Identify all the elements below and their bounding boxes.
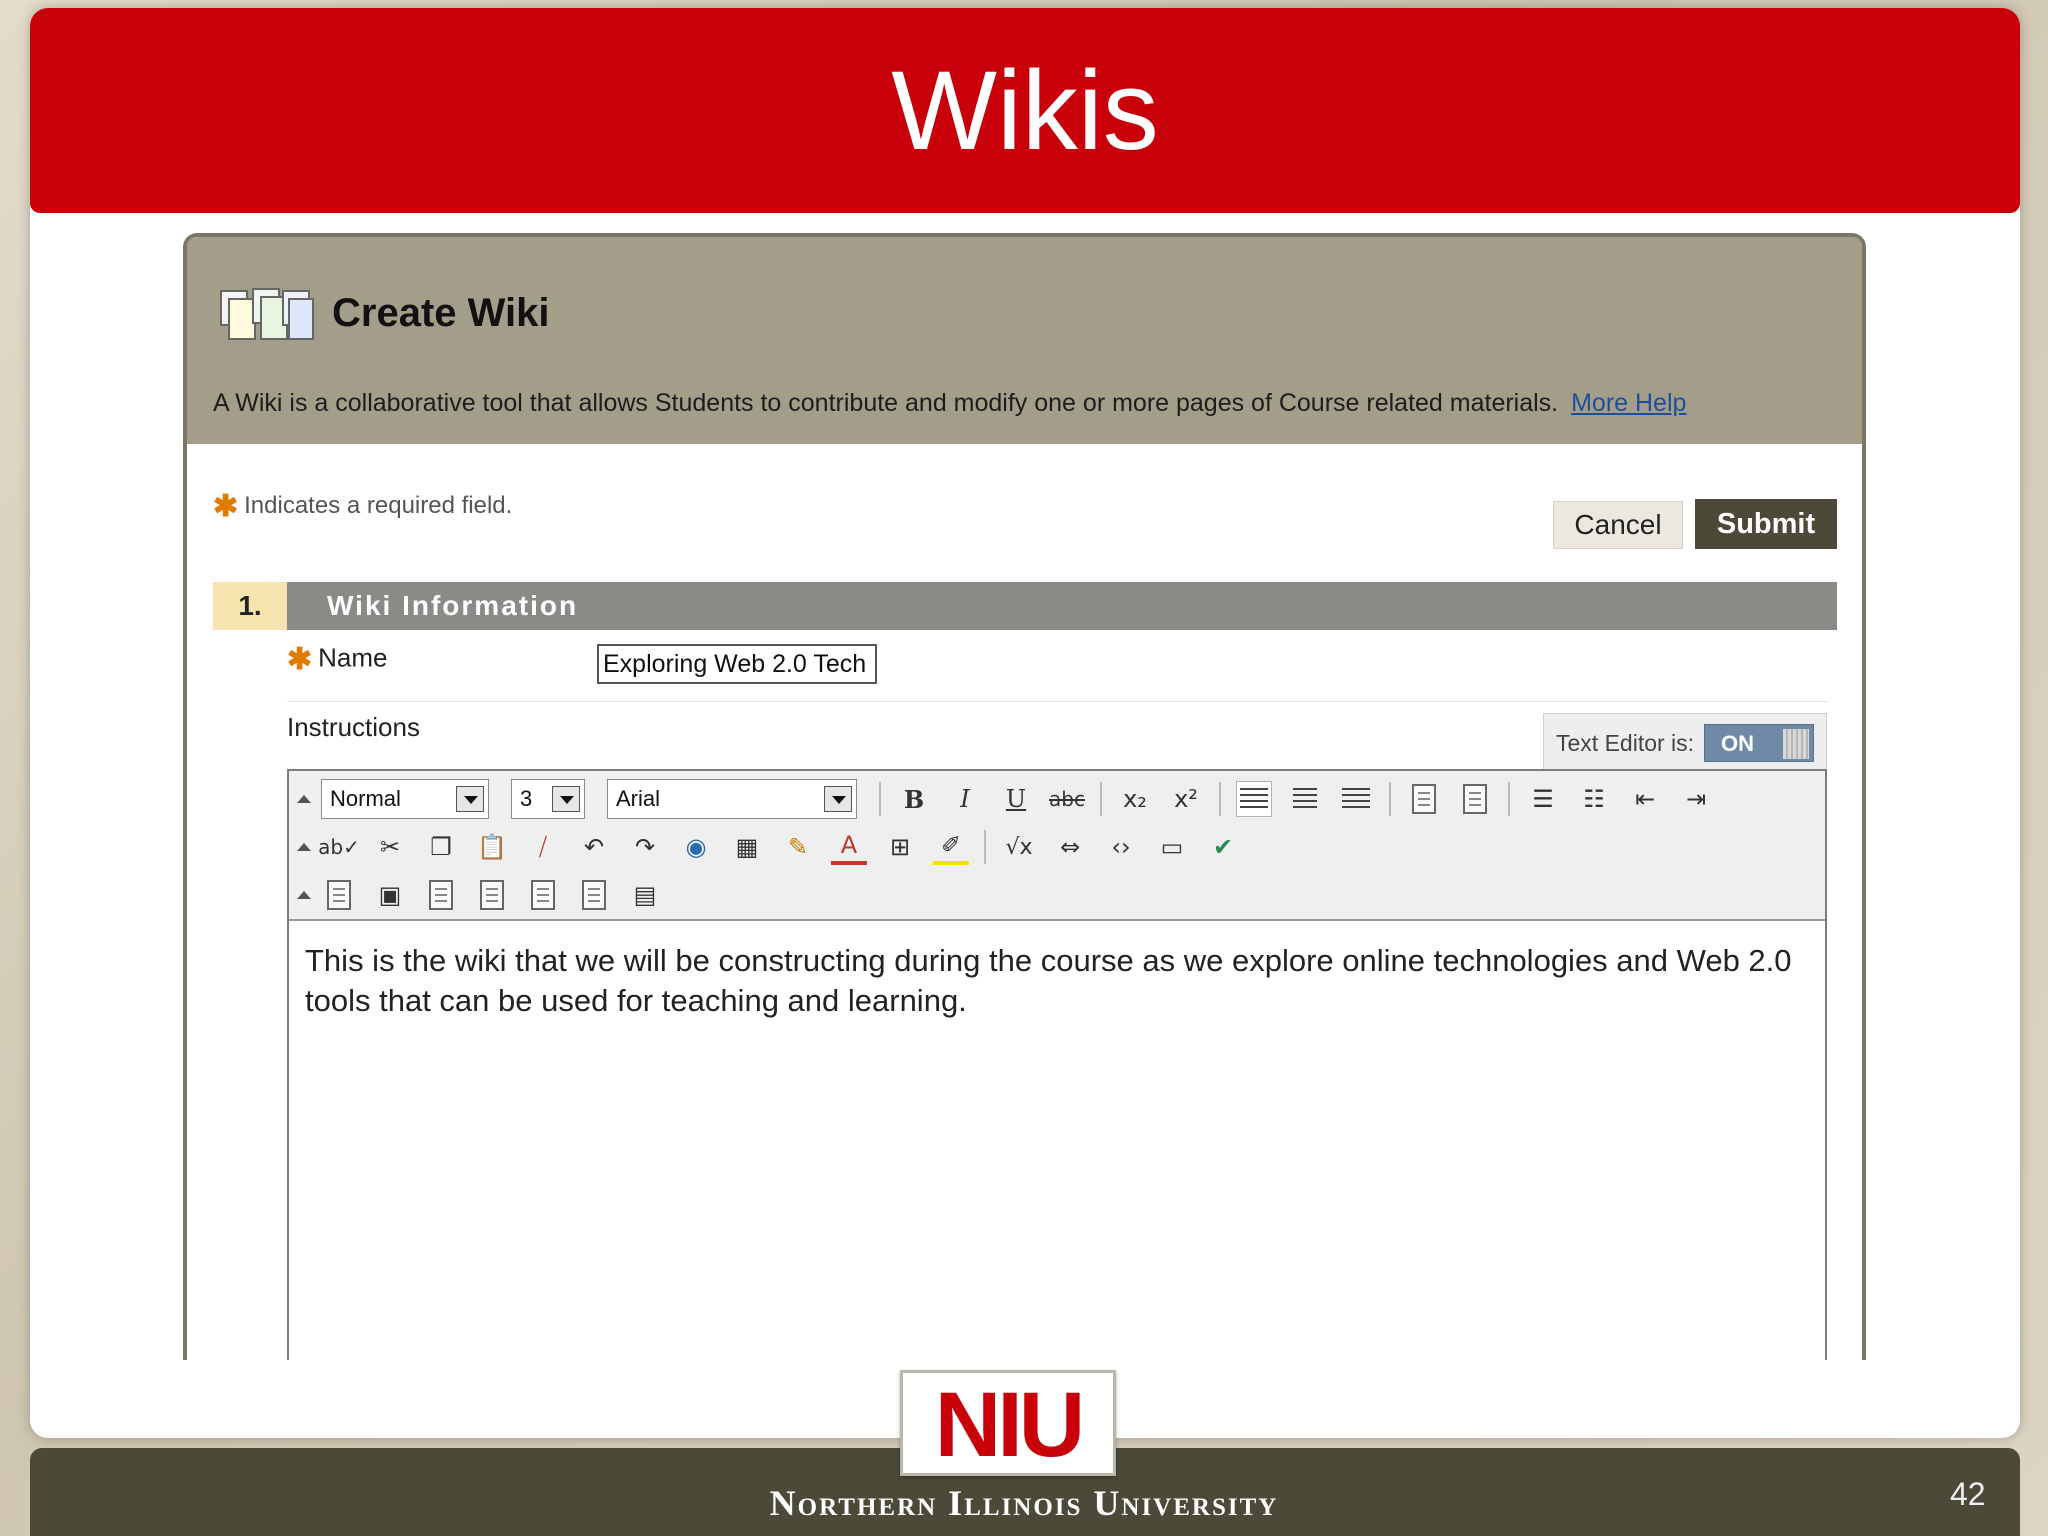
insert-audio-icon[interactable]: [525, 877, 561, 913]
bulleted-list-icon[interactable]: ☷: [1576, 781, 1612, 817]
equation-icon[interactable]: √x: [1001, 829, 1037, 865]
text-editor-label: Text Editor is:: [1556, 730, 1695, 756]
paste-icon[interactable]: 📋: [474, 829, 510, 865]
chevron-down-icon: [552, 786, 580, 812]
table-icon[interactable]: ▦: [729, 829, 765, 865]
toolbar-divider: [1100, 782, 1102, 816]
subscript-icon[interactable]: x₂: [1117, 781, 1153, 817]
name-label: ✱ Name: [287, 642, 388, 677]
highlight-icon[interactable]: ✐: [933, 829, 969, 865]
name-label-text: Name: [318, 642, 388, 673]
size-value: 3: [520, 786, 533, 811]
required-star-icon: ✱: [213, 490, 239, 523]
edit-pencil-icon[interactable]: ✎: [780, 829, 816, 865]
insert-link-icon[interactable]: ◉: [678, 829, 714, 865]
name-input[interactable]: Exploring Web 2.0 Tech: [597, 644, 877, 684]
find-icon[interactable]: [1406, 781, 1442, 817]
numbered-list-icon[interactable]: ☰: [1525, 781, 1561, 817]
replace-icon[interactable]: [1457, 781, 1493, 817]
toolbar-row-3: ▣ ▤: [297, 873, 678, 917]
logo-text: NIU: [934, 1374, 1085, 1476]
cancel-button[interactable]: Cancel: [1553, 501, 1683, 549]
description-text: A Wiki is a collaborative tool that allo…: [213, 389, 1559, 417]
submit-button[interactable]: Submit: [1695, 499, 1837, 549]
instructions-label: Instructions: [287, 712, 420, 742]
chevron-down-icon: [456, 786, 484, 812]
insert-pdf-icon[interactable]: [576, 877, 612, 913]
collapse-row-icon[interactable]: [297, 795, 311, 803]
toolbar-divider: [1508, 782, 1510, 816]
insert-image-icon[interactable]: ▣: [372, 877, 408, 913]
format-value: Normal: [330, 786, 401, 811]
cut-icon[interactable]: ✂: [372, 829, 408, 865]
title-band: Wikis: [30, 8, 2020, 213]
fullscreen-icon[interactable]: ▭: [1154, 829, 1190, 865]
collapse-row-icon[interactable]: [297, 843, 311, 851]
collapse-row-icon[interactable]: [297, 891, 311, 899]
align-right-icon[interactable]: [1338, 781, 1374, 817]
section-header: 1. Wiki Information: [213, 582, 1837, 630]
university-name: Northern Illinois University: [769, 1483, 1279, 1523]
page-header: Create Wiki A Wiki is a collaborative to…: [187, 237, 1862, 444]
toggle-grip-icon: [1783, 729, 1809, 759]
required-star-icon: ✱: [287, 643, 313, 676]
create-wiki-screenshot: Create Wiki A Wiki is a collaborative to…: [183, 233, 1866, 1360]
wiki-pages-icon: [220, 288, 314, 340]
underline-icon[interactable]: U: [998, 781, 1034, 817]
font-select[interactable]: Arial: [607, 779, 857, 819]
required-note: ✱ Indicates a required field.: [213, 489, 512, 524]
text-editor-toggle[interactable]: ON: [1704, 724, 1814, 762]
preview-icon[interactable]: ▤: [627, 877, 663, 913]
align-center-icon[interactable]: [1287, 781, 1323, 817]
page-number: 42: [1950, 1476, 1986, 1512]
rich-text-editor: Normal 3 Arial B I U abc x₂ x² ☰ ☷ ⇤ ⇥ a…: [287, 769, 1827, 1360]
toolbar-divider: [879, 782, 881, 816]
superscript-icon[interactable]: x²: [1168, 781, 1204, 817]
text-editor-toggle-box: Text Editor is: ON: [1543, 713, 1827, 773]
section-title: Wiki Information: [327, 590, 579, 621]
size-select[interactable]: 3: [511, 779, 585, 819]
copy-icon[interactable]: ❐: [423, 829, 459, 865]
insert-mashup-icon[interactable]: [474, 877, 510, 913]
attach-file-icon[interactable]: [321, 877, 357, 913]
unlink-icon[interactable]: ⧸: [525, 829, 561, 865]
page-title: Create Wiki: [332, 291, 550, 335]
embed-icon[interactable]: ⇔: [1052, 829, 1088, 865]
format-select[interactable]: Normal: [321, 779, 489, 819]
toolbar-row-1: Normal 3 Arial B I U abc x₂ x² ☰ ☷ ⇤ ⇥: [297, 777, 1729, 821]
toggle-state: ON: [1721, 731, 1754, 756]
section-number: 1.: [213, 582, 287, 630]
html-source-icon[interactable]: ‹›: [1103, 829, 1139, 865]
editor-toolbar: Normal 3 Arial B I U abc x₂ x² ☰ ☷ ⇤ ⇥ a…: [289, 771, 1825, 921]
more-help-link[interactable]: More Help: [1571, 389, 1686, 417]
outdent-icon[interactable]: ⇤: [1627, 781, 1663, 817]
toolbar-divider: [1389, 782, 1391, 816]
italic-icon[interactable]: I: [947, 781, 983, 817]
editor-content[interactable]: This is the wiki that we will be constru…: [305, 941, 1805, 1021]
undo-icon[interactable]: ↶: [576, 829, 612, 865]
redo-icon[interactable]: ↷: [627, 829, 663, 865]
divider: [287, 701, 1827, 702]
bold-icon[interactable]: B: [896, 781, 932, 817]
special-char-icon[interactable]: ⊞: [882, 829, 918, 865]
insert-media-icon[interactable]: [423, 877, 459, 913]
indent-icon[interactable]: ⇥: [1678, 781, 1714, 817]
page-description: A Wiki is a collaborative tool that allo…: [213, 389, 1686, 418]
toolbar-divider: [984, 830, 986, 864]
required-note-text: Indicates a required field.: [244, 491, 513, 519]
check-icon[interactable]: ✔: [1205, 829, 1241, 865]
font-value: Arial: [616, 786, 661, 811]
niu-logo: NIU: [900, 1370, 1116, 1476]
toolbar-divider: [1219, 782, 1221, 816]
spellcheck-icon[interactable]: ab✓: [318, 829, 360, 865]
align-left-icon[interactable]: [1236, 781, 1272, 817]
toolbar-row-2: ab✓ ✂ ❐ 📋 ⧸ ↶ ↷ ◉ ▦ ✎ A ⊞ ✐ √x ⇔ ‹› ▭ ✔: [297, 825, 1256, 869]
text-color-icon[interactable]: A: [831, 829, 867, 865]
slide-title: Wikis: [891, 48, 1159, 173]
strikethrough-icon[interactable]: abc: [1049, 781, 1085, 817]
chevron-down-icon: [824, 786, 852, 812]
